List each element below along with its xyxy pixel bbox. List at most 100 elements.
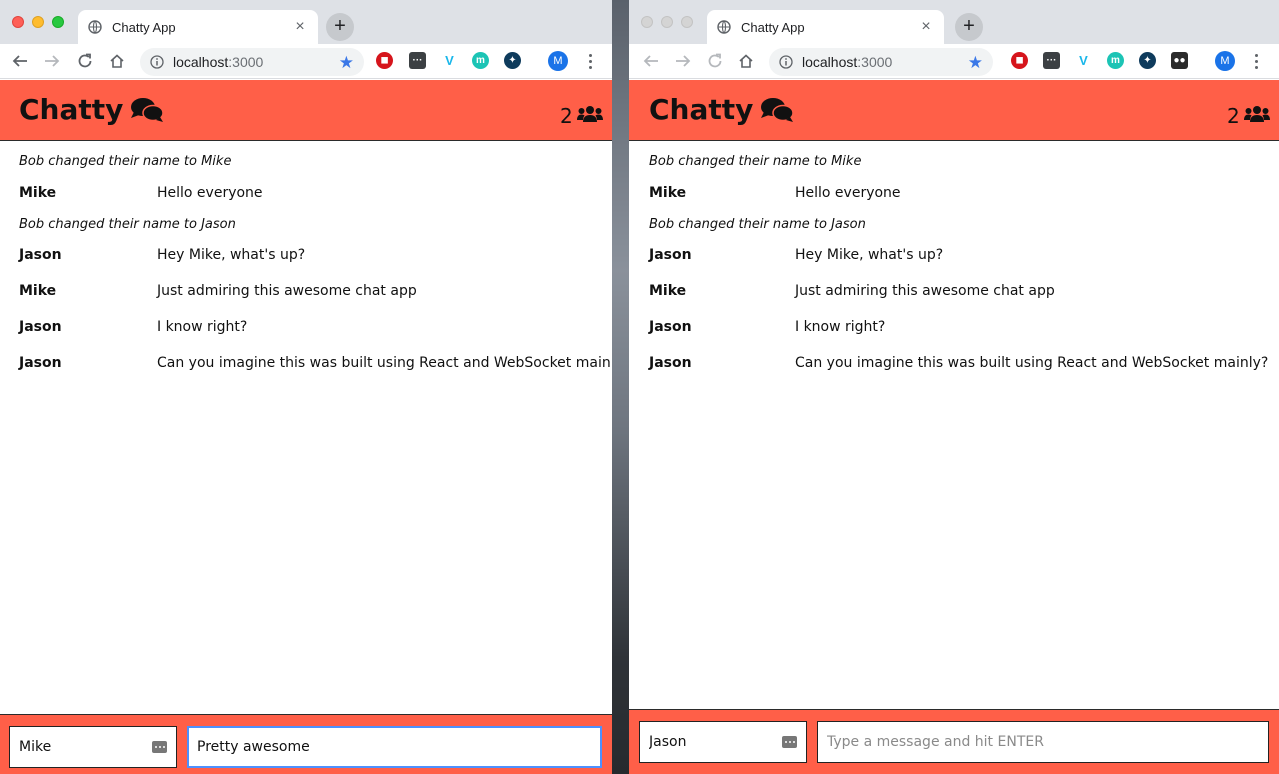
browser-tab[interactable]: Chatty App × <box>78 10 318 44</box>
minimize-window-button[interactable] <box>661 16 673 28</box>
brand-title: Chatty <box>649 93 754 126</box>
home-icon <box>110 54 124 68</box>
tab-bar: Chatty App × + <box>629 0 1279 44</box>
message-content: Hey Mike, what's up? <box>157 247 306 263</box>
dashlane-icon[interactable]: ✦ <box>1139 52 1156 69</box>
forward-button[interactable] <box>671 49 695 73</box>
message-content: I know right? <box>795 319 886 335</box>
message-username: Jason <box>19 319 62 335</box>
message-placeholder: Type a message and hit ENTER <box>827 734 1044 750</box>
online-users: 2 <box>560 104 603 128</box>
app-navbar: Chatty 2 <box>629 80 1279 141</box>
info-icon[interactable] <box>779 55 793 69</box>
message-content: Can you imagine this was built using Rea… <box>157 355 612 371</box>
message-input[interactable]: Type a message and hit ENTER <box>817 721 1269 763</box>
comments-icon <box>130 97 165 123</box>
system-message: Bob changed their name to Mike <box>649 154 862 169</box>
message-content: Just admiring this awesome chat app <box>795 283 1055 299</box>
message-content: Hello everyone <box>795 185 901 201</box>
new-tab-button[interactable]: + <box>326 13 354 41</box>
message-username: Mike <box>649 185 687 201</box>
close-icon[interactable]: × <box>918 19 934 35</box>
bookmark-star-icon[interactable]: ★ <box>968 54 983 71</box>
tab-bar: Chatty App × + <box>0 0 612 44</box>
browser-window-right: Chatty App × + localhost:3000 ★ ◼ ··· V … <box>629 0 1279 774</box>
message-username: Jason <box>649 319 692 335</box>
browser-tab[interactable]: Chatty App × <box>707 10 944 44</box>
system-message: Bob changed their name to Jason <box>649 217 866 232</box>
username-value: Mike <box>19 739 52 755</box>
arrow-right-icon <box>45 55 60 67</box>
momentum-icon[interactable]: m <box>472 52 489 69</box>
url-text: localhost:3000 <box>173 54 339 70</box>
back-button[interactable] <box>8 49 32 73</box>
tab-title: Chatty App <box>741 19 805 35</box>
menu-icon[interactable] <box>1250 51 1262 71</box>
incognito-icon[interactable]: ●● <box>1171 52 1188 69</box>
username-input[interactable]: Mike <box>9 726 177 768</box>
maximize-window-button[interactable] <box>52 16 64 28</box>
profile-avatar[interactable]: M <box>548 51 568 71</box>
message-content: I know right? <box>157 319 248 335</box>
message-username: Jason <box>649 247 692 263</box>
arrow-left-icon <box>643 55 658 67</box>
menu-icon[interactable] <box>584 51 596 71</box>
minimize-window-button[interactable] <box>32 16 44 28</box>
home-button[interactable] <box>105 49 129 73</box>
brand-title: Chatty <box>19 93 124 126</box>
back-button[interactable] <box>639 49 663 73</box>
new-tab-button[interactable]: + <box>955 13 983 41</box>
username-value: Jason <box>649 734 687 750</box>
message-content: Hello everyone <box>157 185 263 201</box>
info-icon[interactable] <box>150 55 164 69</box>
arrow-left-icon <box>12 55 27 67</box>
message-input[interactable]: Pretty awesome <box>187 726 602 768</box>
vimeo-icon[interactable]: V <box>1075 52 1092 69</box>
ublock-icon[interactable]: ◼ <box>376 52 393 69</box>
message-username: Jason <box>649 355 692 371</box>
momentum-icon[interactable]: m <box>1107 52 1124 69</box>
close-window-button[interactable] <box>641 16 653 28</box>
url-port: :3000 <box>228 54 264 70</box>
globe-icon <box>717 20 731 34</box>
message-username: Mike <box>649 283 687 299</box>
autofill-key-icon[interactable] <box>152 741 167 753</box>
users-icon <box>1243 104 1270 128</box>
maximize-window-button[interactable] <box>681 16 693 28</box>
reload-button[interactable] <box>703 49 727 73</box>
profile-avatar[interactable]: M <box>1215 51 1235 71</box>
url-text: localhost:3000 <box>802 54 968 70</box>
home-icon <box>739 54 753 68</box>
address-bar[interactable]: localhost:3000 ★ <box>769 48 993 76</box>
url-port: :3000 <box>857 54 893 70</box>
home-button[interactable] <box>734 49 758 73</box>
brand: Chatty <box>19 93 165 126</box>
dashlane-icon[interactable]: ✦ <box>504 52 521 69</box>
window-icon[interactable]: ··· <box>409 52 426 69</box>
browser-window-left: Chatty App × + localhost:3000 ★ ◼ ··· V … <box>0 0 612 774</box>
reload-button[interactable] <box>73 49 97 73</box>
user-count-value: 2 <box>1227 104 1240 128</box>
brand: Chatty <box>649 93 795 126</box>
close-window-button[interactable] <box>12 16 24 28</box>
forward-button[interactable] <box>40 49 64 73</box>
bookmark-star-icon[interactable]: ★ <box>339 54 354 71</box>
autofill-key-icon[interactable] <box>782 736 797 748</box>
url-host: localhost <box>173 54 229 70</box>
browser-toolbar: localhost:3000 ★ ◼ ··· V m ✦ ●● M <box>629 44 1279 79</box>
window-icon[interactable]: ··· <box>1043 52 1060 69</box>
message-content: Hey Mike, what's up? <box>795 247 944 263</box>
system-message: Bob changed their name to Mike <box>19 154 232 169</box>
arrow-right-icon <box>676 55 691 67</box>
close-icon[interactable]: × <box>292 19 308 35</box>
message-username: Jason <box>19 247 62 263</box>
app-navbar: Chatty 2 <box>0 80 612 141</box>
ublock-icon[interactable]: ◼ <box>1011 52 1028 69</box>
chatty-app: Chatty 2 Bob changed their name to Mike … <box>0 80 612 774</box>
address-bar[interactable]: localhost:3000 ★ <box>140 48 364 76</box>
users-icon <box>576 104 603 128</box>
traffic-lights <box>12 16 64 28</box>
vimeo-icon[interactable]: V <box>441 52 458 69</box>
username-input[interactable]: Jason <box>639 721 807 763</box>
message-content: Just admiring this awesome chat app <box>157 283 417 299</box>
